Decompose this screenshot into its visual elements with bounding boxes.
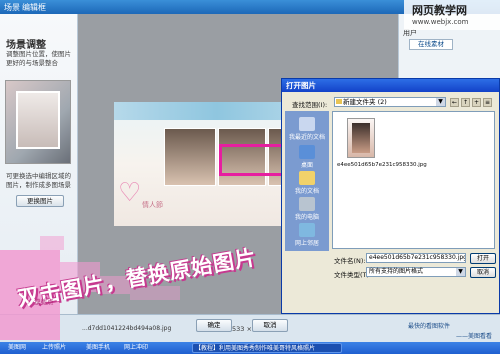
up-folder-icon[interactable]: ↑ [461,98,470,107]
look-in-value: 新建文件夹 (2) [343,98,387,106]
file-name-label: 文件名(N): [334,257,366,265]
chevron-down-icon[interactable]: ▼ [436,98,445,106]
dialog-title: 打开图片 [282,79,499,92]
place-label: 桌面 [300,162,313,169]
open-image-dialog: 打开图片 查找范围(I): 新建文件夹 (2) ▼ ← ↑ + ≡ 我最近的文档 桌面… [281,78,500,314]
replace-image-button[interactable]: 更换图片 [16,195,64,207]
place-my-documents[interactable]: 我的文档 [287,171,327,195]
place-my-computer[interactable]: 我的电脑 [287,197,327,221]
folder-icon [336,99,342,104]
place-label: 我最近的文档 [288,134,325,141]
scene-photo-1[interactable] [164,128,216,186]
cancel-button[interactable]: 取消 [252,319,288,332]
watermark-title: 网页教学网 [412,4,467,17]
place-label: 我的文档 [294,188,319,195]
new-folder-icon[interactable]: + [472,98,481,107]
place-label: 网上邻居 [294,240,319,247]
back-icon[interactable]: ← [450,98,459,107]
selected-photo-highlight[interactable] [219,144,289,176]
bottom-bar: ...d7dd1041224bd494a08.jpg 确定 533 × 800 … [0,314,500,342]
place-network[interactable]: 网上邻居 [287,223,327,247]
network-icon [299,223,315,237]
file-thumbnail[interactable] [347,118,375,158]
panel-note: 可更换选中编辑区域的图片，制作成多图场景 [6,172,71,189]
dialog-cancel-button[interactable]: 取消 [470,267,496,278]
open-button[interactable]: 打开 [470,253,496,264]
taskbar-active-window[interactable]: 【教程】利用美图秀秀制作唯美哥特风格照片 [192,343,342,353]
panel-title: 场景调整 [6,40,46,51]
places-bar: 我最近的文档 桌面 我的文档 我的电脑 网上邻居 [285,111,329,251]
thumbnail-image [352,123,370,153]
promo-link-2[interactable]: ——美图看看 [456,331,492,340]
tab-online-material[interactable]: 在线素材 [409,39,453,50]
promo-link[interactable]: 最快的看图软件 [408,321,450,330]
view-menu-icon[interactable]: ≡ [483,98,492,107]
file-name-input[interactable]: e4ee501d65b7e231c958330.jpg [366,253,466,263]
file-list[interactable]: e4ee501d65b7e231c958330.jpg [332,111,495,249]
desktop-icon [299,145,315,159]
watermark: 网页教学网 www.webjx.com [404,0,500,30]
taskbar-item[interactable]: 网上冲印 [122,343,148,353]
place-recent-docs[interactable]: 我最近的文档 [287,117,327,141]
chevron-down-icon[interactable]: ▼ [456,268,465,276]
my-documents-icon [299,171,315,185]
place-desktop[interactable]: 桌面 [287,145,327,169]
place-label: 我的电脑 [294,214,319,221]
taskbar-item[interactable]: 美图网 [6,343,26,353]
taskbar-item[interactable]: 美图手机 [84,343,110,353]
taskbar: 美图网 上传照片 美图手机 网上冲印 【教程】利用美图秀秀制作唯美哥特风格照片 [0,342,500,354]
panel-description: 调整图片位置，使图片更好的与场景整合 [6,50,71,67]
menu-scene[interactable]: 场景 [4,2,20,13]
dialog-toolbar: ← ↑ + ≡ [450,97,498,107]
file-type-value: 所有支持的图片格式 [369,268,424,275]
my-computer-icon [299,197,315,211]
mosaic-decoration [40,236,64,250]
look-in-select[interactable]: 新建文件夹 (2) ▼ [334,97,446,107]
file-name-caption: e4ee501d65b7e231c958330.jpg [337,162,427,168]
menu-edit-box[interactable]: 编辑框 [22,2,46,13]
file-type-select[interactable]: 所有支持的图片格式 ▼ [366,267,466,277]
thumbnail-frame [16,91,60,149]
scene-thumbnail [5,80,71,164]
look-in-label: 查找范围(I): [292,101,328,109]
recent-docs-icon [299,117,315,131]
taskbar-item[interactable]: 上传照片 [40,343,66,353]
current-file-label: ...d7dd1041224bd494a08.jpg [82,325,172,332]
confirm-button[interactable]: 确定 [196,319,232,332]
heart-label: 情人節 [142,201,163,209]
caption-sub-label: 摸载点 [34,298,54,306]
watermark-url: www.webjx.com [412,18,469,26]
